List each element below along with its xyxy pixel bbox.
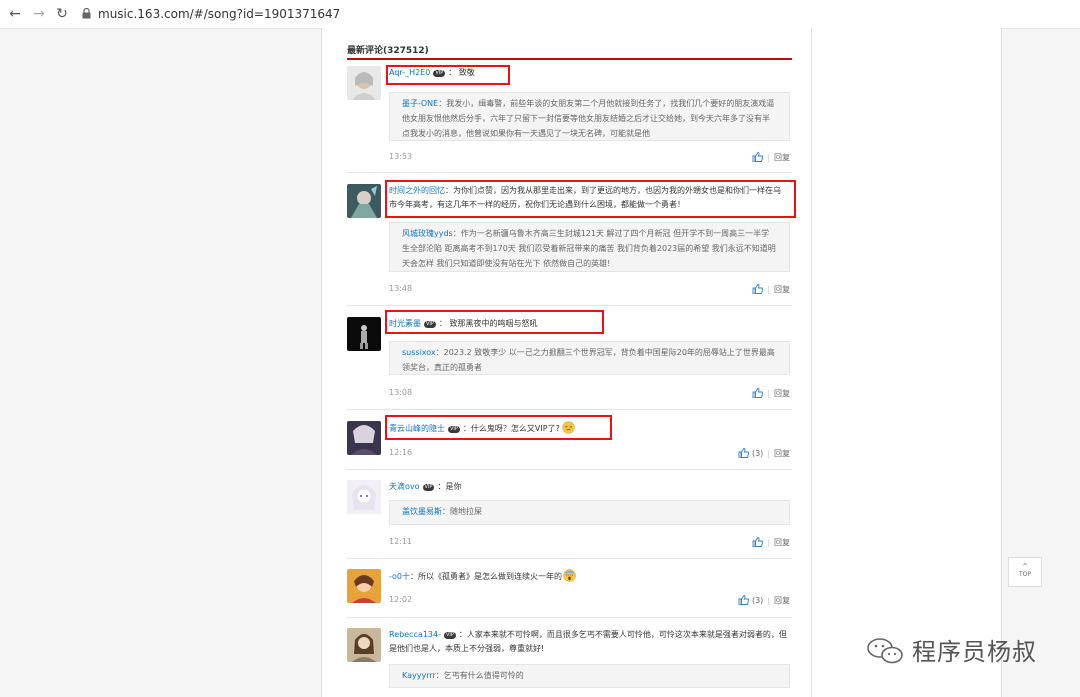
highlight-box (385, 415, 612, 440)
vip-badge: VIP (422, 484, 435, 491)
lock-icon (82, 8, 91, 19)
comment-item: 天滴ovo VIP ：是你 盖饮墨易斯：随地拉屎 12:11 | 回复 (347, 480, 792, 550)
comment-divider (347, 617, 792, 618)
reply-link[interactable]: 回复 (774, 538, 790, 547)
comment-time: 13:08 (389, 388, 413, 397)
reply-text: ：作为一名新疆乌鲁木齐高三生封城121天 解过了四个月新冠 但开学不到一周高三一… (402, 229, 776, 268)
like-count: (3) (751, 596, 764, 605)
comment-actions: (3) | 回复 (738, 595, 790, 606)
reply-text: ：随地拉屎 (442, 507, 482, 516)
comment-divider (347, 305, 792, 306)
comment-time: 12:16 (389, 448, 413, 457)
avatar[interactable] (347, 317, 381, 351)
side-column-divider (811, 28, 812, 697)
comment-actions: | 回复 (752, 284, 790, 295)
like-count: (3) (751, 449, 764, 458)
avatar[interactable] (347, 421, 381, 455)
screaming-face-emoji-icon (563, 569, 576, 582)
reply-link[interactable]: 回复 (774, 389, 790, 398)
avatar[interactable] (347, 569, 381, 603)
watermark-text: 程序员杨叔 (912, 638, 1037, 666)
reply-text: ：2023.2 致敬李少 以一己之力掀翻三个世界冠军，背负着中国星际20年的屈辱… (402, 348, 775, 372)
highlight-box (385, 310, 604, 334)
comment-username[interactable]: -o0十 (389, 572, 410, 581)
reply-link[interactable]: 回复 (774, 153, 790, 162)
avatar[interactable] (347, 66, 381, 100)
like-icon[interactable] (738, 595, 750, 605)
reply-username[interactable]: 墨子-ONE (402, 99, 438, 108)
reply-link[interactable]: 回复 (774, 449, 790, 458)
like-icon[interactable] (752, 537, 764, 547)
comment-actions: | 回复 (752, 537, 790, 548)
comment-divider (347, 558, 792, 559)
reply-quote: sussixox：2023.2 致敬李少 以一己之力掀翻三个世界冠军，背负着中国… (389, 341, 790, 375)
like-icon[interactable] (752, 152, 764, 162)
comment-text: ：是你 (437, 482, 462, 491)
like-icon[interactable] (752, 284, 764, 294)
highlight-box (385, 180, 796, 218)
comment-time: 13:53 (389, 152, 413, 161)
reply-link[interactable]: 回复 (774, 285, 790, 294)
avatar[interactable] (347, 184, 381, 218)
browser-toolbar: ← → ↻ music.163.com/#/song?id=1901371647 (0, 0, 1080, 29)
comment-time: 12:02 (389, 595, 413, 604)
comment-item: -o0十：所以《孤勇者》是怎么做到连续火一年的 12:02 (3) | 回复 (347, 569, 792, 609)
wechat-icon (867, 638, 903, 664)
reply-text: ：乞丐有什么值得可怜的 (435, 671, 524, 680)
highlight-box (386, 65, 510, 85)
comment-divider (347, 172, 792, 173)
avatar[interactable] (347, 480, 381, 514)
reply-username[interactable]: Kayyyrrr (402, 671, 436, 680)
vip-badge: VIP (443, 632, 456, 639)
reply-username[interactable]: 盖饮墨易斯 (402, 507, 442, 516)
avatar[interactable] (347, 628, 381, 662)
comment-username[interactable]: Rebecca134- (389, 630, 441, 639)
back-arrow-icon[interactable]: ← (6, 5, 24, 23)
reply-username[interactable]: 风城玫瑰yyds (402, 229, 453, 238)
comments-section-title: 最新评论(327512) (347, 46, 429, 56)
reply-username[interactable]: sussixox (402, 348, 436, 357)
like-icon[interactable] (738, 448, 750, 458)
comment-divider (347, 469, 792, 470)
back-to-top-label: TOP (1018, 571, 1031, 578)
reply-link[interactable]: 回复 (774, 596, 790, 605)
comment-time: 13:48 (389, 284, 413, 293)
comment-item: Rebecca134- VIP ：人家本来就不可怜啊，而且很多乞丐不需要人可怜他，可… (347, 628, 792, 694)
section-title-underline (347, 58, 792, 60)
comment-username[interactable]: 天滴ovo (389, 482, 420, 491)
like-icon[interactable] (752, 388, 764, 398)
comment-divider (347, 409, 792, 410)
comment-actions: (3) | 回复 (738, 448, 790, 459)
reply-quote: 风城玫瑰yyds：作为一名新疆乌鲁木齐高三生封城121天 解过了四个月新冠 但开… (389, 222, 790, 272)
address-bar[interactable]: music.163.com/#/song?id=1901371647 (98, 7, 340, 21)
reply-quote: Kayyyrrr：乞丐有什么值得可怜的 (389, 664, 790, 688)
comment-actions: | 回复 (752, 388, 790, 399)
up-arrow-icon: ⌃ (1021, 562, 1029, 571)
comment-text: ：所以《孤勇者》是怎么做到连续火一年的 (410, 572, 563, 581)
reply-quote: 墨子-ONE：我发小，缉毒警，前些年谈的女朋友第二个月他就接到任务了，找我们几个… (389, 92, 790, 141)
forward-arrow-icon[interactable]: → (30, 5, 48, 23)
reply-quote: 盖饮墨易斯：随地拉屎 (389, 500, 790, 525)
comment-time: 12:11 (389, 537, 413, 546)
comment-actions: | 回复 (752, 152, 790, 163)
reply-text: ：我发小，缉毒警，前些年谈的女朋友第二个月他就接到任务了，找我们几个要好的朋友演… (402, 99, 775, 138)
back-to-top-button[interactable]: ⌃ TOP (1008, 557, 1042, 587)
reload-icon[interactable]: ↻ (53, 5, 71, 23)
